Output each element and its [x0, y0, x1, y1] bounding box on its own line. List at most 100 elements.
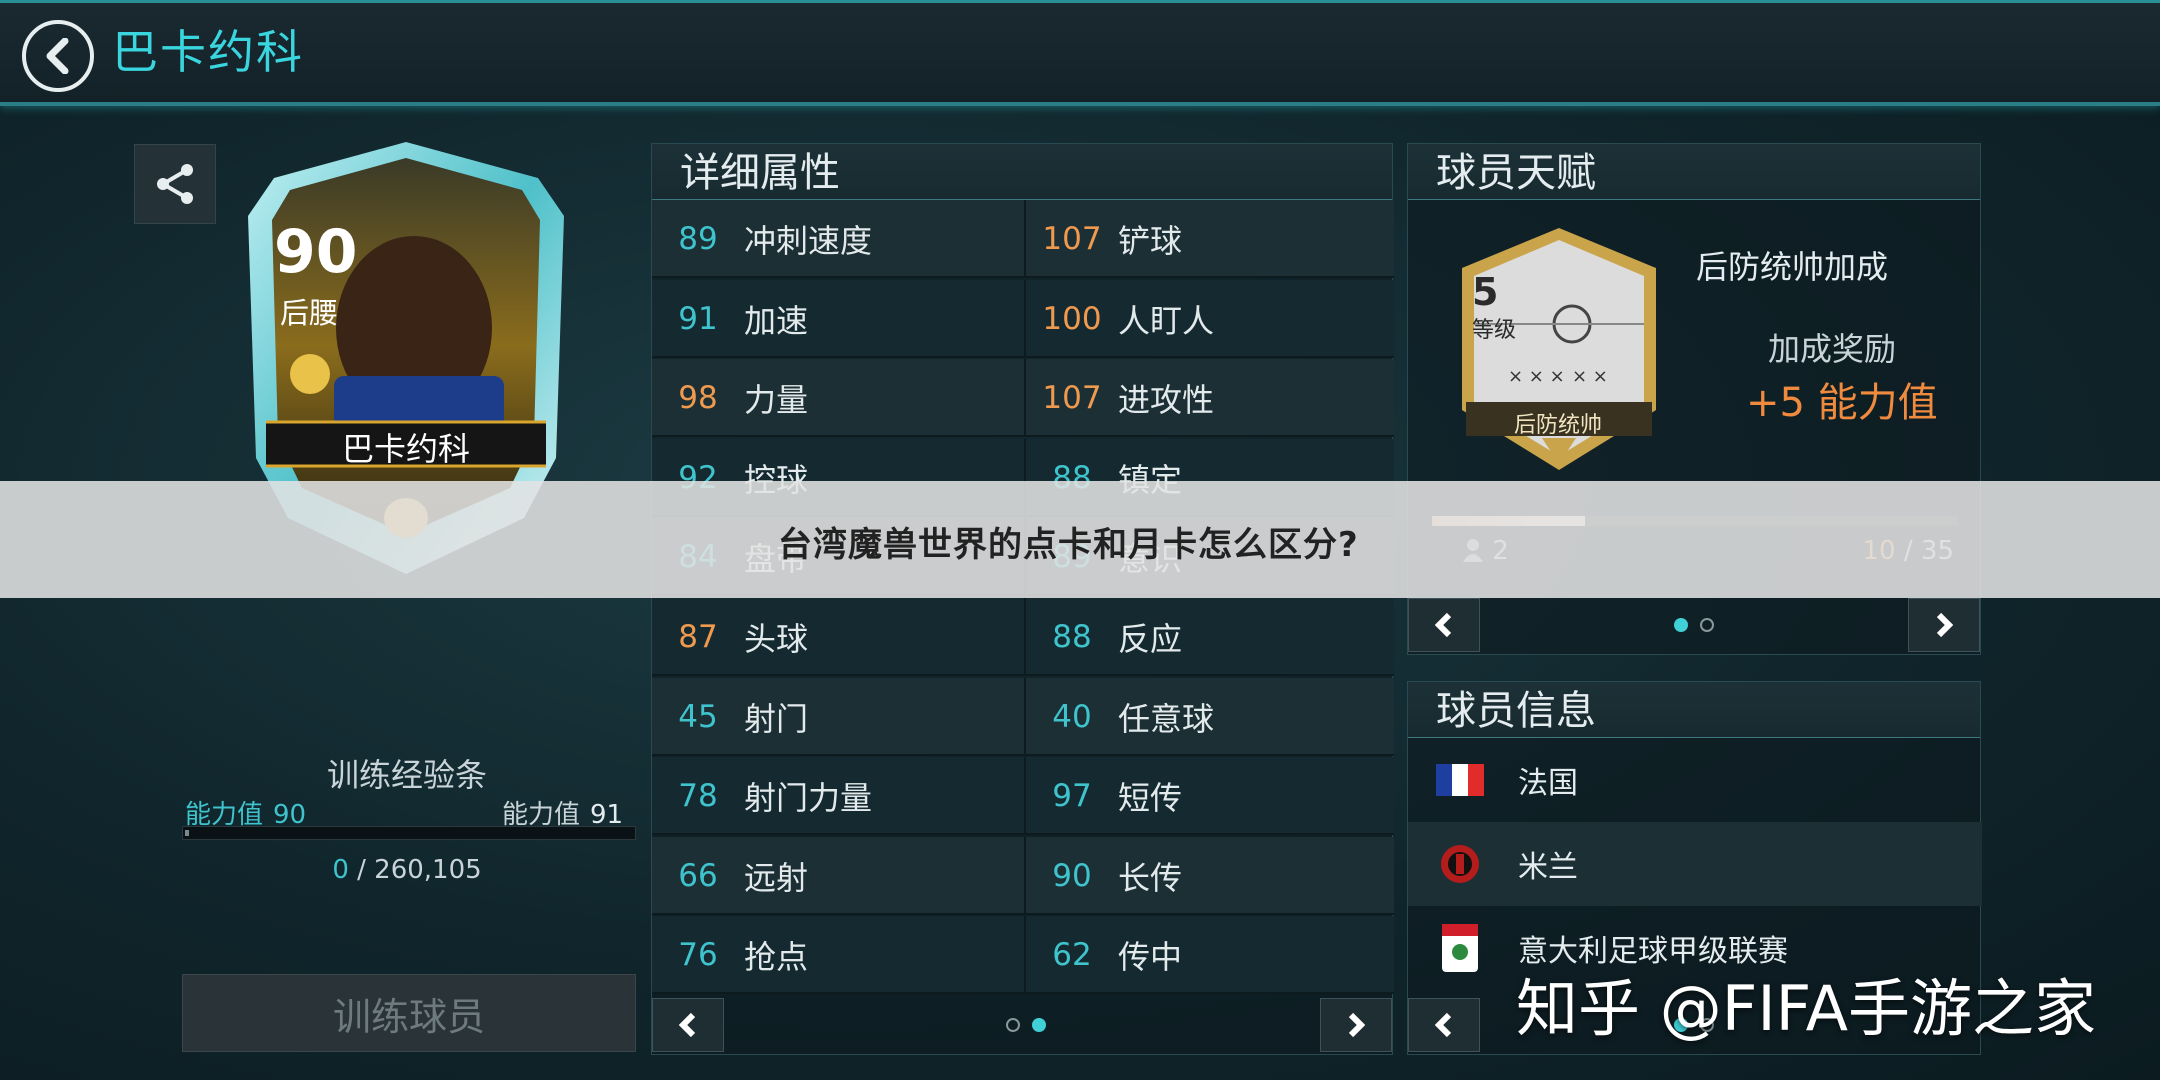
info-title: 球员信息 — [1436, 688, 1596, 734]
attributes-next-button[interactable] — [1320, 998, 1392, 1052]
training-exp-current: 0 — [332, 855, 349, 885]
attribute-value: 88 — [1052, 619, 1092, 655]
attribute-value: 91 — [678, 300, 718, 337]
attribute-name: 人盯人 — [1118, 301, 1215, 340]
talent-prev-button[interactable] — [1408, 598, 1480, 652]
attribute-name: 反应 — [1118, 620, 1183, 658]
attribute-name: 射门 — [744, 699, 809, 738]
attribute-value: 62 — [1052, 937, 1092, 974]
attribute-row: 76 抢点 62 传中 — [652, 916, 1394, 995]
attribute-name: 传中 — [1118, 938, 1183, 977]
attribute-row: 78 射门力量 97 短传 — [652, 757, 1394, 836]
attribute-cell: 90 长传 — [1024, 836, 1394, 915]
attribute-row: 98 力量 107 进攻性 — [652, 359, 1394, 438]
attribute-value: 97 — [1052, 778, 1092, 815]
back-button[interactable] — [22, 20, 94, 92]
train-player-button[interactable]: 训练球员 — [182, 974, 636, 1052]
attribute-cell: 107 进攻性 — [1024, 359, 1394, 438]
attribute-name: 任意球 — [1118, 699, 1215, 738]
attribute-name: 长传 — [1118, 858, 1183, 897]
talent-header: 球员天赋 — [1408, 144, 1980, 200]
attribute-cell: 87 头球 — [652, 598, 1022, 676]
attributes-header: 详细属性 — [652, 144, 1392, 200]
attribute-cell: 88 反应 — [1024, 598, 1394, 676]
attribute-name: 加速 — [744, 301, 809, 340]
attribute-value: 45 — [678, 698, 718, 735]
talent-badge-icon: × × × × × — [1462, 228, 1656, 470]
chevron-left-icon — [1434, 1012, 1452, 1038]
talent-next-button[interactable] — [1908, 598, 1980, 652]
attribute-cell: 100 人盯人 — [1024, 279, 1394, 358]
overlay-text: 台湾魔兽世界的点卡和月卡怎么区分? — [778, 525, 1359, 565]
svg-text:× ×: × × — [1572, 366, 1608, 387]
attribute-value: 40 — [1052, 698, 1092, 735]
attribute-cell: 78 射门力量 — [652, 757, 1022, 835]
attributes-panel: 详细属性 89 冲刺速度 107 铲球 91 加速 100 人盯人 98 力量 107 进攻性 92 控球… — [651, 143, 1394, 1055]
info-header: 球员信息 — [1408, 682, 1980, 738]
attribute-name: 远射 — [744, 858, 809, 897]
talent-level: 5 — [1472, 270, 1499, 314]
attribute-value: 107 — [1042, 221, 1102, 257]
talent-title: 球员天赋 — [1436, 150, 1596, 196]
nation-name: 法国 — [1518, 766, 1578, 801]
attribute-cell: 66 远射 — [652, 837, 1022, 915]
talent-badge-name: 后防统帅 — [1513, 413, 1602, 438]
overlay-banner: 台湾魔兽世界的点卡和月卡怎么区分? — [0, 481, 2160, 598]
info-row-nation: 法国 — [1408, 738, 1982, 822]
attributes-title: 详细属性 — [680, 150, 840, 196]
attribute-name: 铲球 — [1118, 222, 1183, 260]
attribute-cell: 45 射门 — [652, 678, 1022, 756]
chevron-left-icon — [1434, 612, 1452, 638]
chevron-right-icon — [1936, 612, 1954, 638]
talent-level-label: 等级 — [1472, 318, 1517, 343]
talent-bonus-value: +5 能力值 — [1746, 380, 1938, 426]
attribute-name: 短传 — [1118, 779, 1183, 818]
attribute-value: 98 — [678, 380, 718, 417]
attribute-value: 107 — [1042, 380, 1102, 417]
chevron-left-icon — [678, 1012, 696, 1038]
attribute-cell: 76 抢点 — [652, 916, 1022, 994]
training-exp-count: 0 / 260,105 — [182, 855, 632, 885]
talent-dot-2[interactable] — [1700, 618, 1714, 632]
attribute-row: 91 加速 100 人盯人 — [652, 279, 1394, 358]
attribute-value: 66 — [678, 857, 718, 894]
info-row-club: 米兰 — [1408, 822, 1982, 906]
france-flag-icon — [1436, 764, 1484, 796]
info-prev-button[interactable] — [1408, 998, 1480, 1052]
share-icon — [157, 164, 193, 204]
attribute-row: 87 头球 88 反应 — [652, 598, 1394, 676]
attributes-prev-button[interactable] — [652, 998, 724, 1052]
talent-bonus-label: 加成奖励 — [1768, 330, 1897, 368]
svg-text:× × ×: × × × — [1508, 366, 1565, 387]
training-exp-total: 260,105 — [374, 855, 482, 885]
training-title: 训练经验条 — [326, 756, 487, 794]
attribute-cell: 89 冲刺速度 — [652, 200, 1022, 278]
attribute-name: 射门力量 — [744, 779, 873, 818]
share-button[interactable] — [134, 144, 216, 224]
attribute-name: 力量 — [744, 381, 809, 420]
attribute-value: 90 — [1052, 857, 1092, 894]
attribute-cell: 62 传中 — [1024, 916, 1394, 995]
chevron-right-icon — [1348, 1012, 1366, 1038]
chevron-left-icon — [46, 38, 69, 74]
attribute-row: 89 冲刺速度 107 铲球 — [652, 200, 1394, 278]
attribute-cell: 98 力量 — [652, 359, 1022, 437]
training-exp-separator: / — [357, 855, 366, 885]
league-logo-icon — [1442, 924, 1478, 972]
attribute-value: 87 — [678, 619, 718, 655]
club-name: 米兰 — [1518, 850, 1578, 885]
attribute-cell: 91 加速 — [652, 280, 1022, 358]
attribute-name: 进攻性 — [1118, 381, 1215, 420]
top-bar: 巴卡约科 — [0, 0, 2160, 106]
talent-dot-1[interactable] — [1674, 618, 1688, 632]
page-dot-2[interactable] — [1032, 1018, 1046, 1032]
card-position: 后腰 — [280, 296, 339, 330]
training-progress-fill — [185, 830, 189, 836]
attribute-value: 76 — [678, 937, 718, 974]
page-dot-1[interactable] — [1006, 1018, 1020, 1032]
attribute-value: 100 — [1042, 300, 1102, 337]
attribute-row: 45 射门 40 任意球 — [652, 677, 1394, 756]
watermark: 知乎 @FIFA手游之家 — [1516, 972, 2097, 1045]
club-crest-icon — [1441, 845, 1479, 883]
attribute-cell: 107 铲球 — [1024, 200, 1394, 278]
